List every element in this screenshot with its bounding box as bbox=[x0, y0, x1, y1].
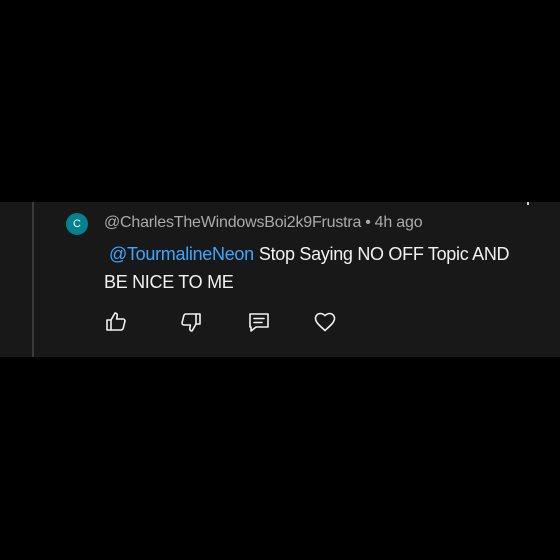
screen: C @CharlesTheWindowsBoi2k9Frustra • 4h ago… bbox=[0, 0, 560, 560]
panel-edge-mark bbox=[527, 202, 529, 205]
thumbs-up-icon bbox=[106, 312, 126, 331]
comment-reply: C @CharlesTheWindowsBoi2k9Frustra • 4h ago… bbox=[0, 202, 560, 357]
like-button[interactable] bbox=[104, 310, 128, 334]
reply-icon bbox=[249, 313, 269, 332]
comment-timestamp[interactable]: 4h ago bbox=[375, 214, 423, 231]
comment-header: @CharlesTheWindowsBoi2k9Frustra • 4h ago bbox=[104, 214, 423, 232]
thread-line bbox=[32, 202, 34, 357]
mention-link[interactable]: @TourmalineNeon bbox=[109, 244, 254, 264]
heart-button[interactable] bbox=[313, 310, 337, 334]
comment-text: @TourmalineNeon Stop Saying NO OFF Topic … bbox=[104, 240, 534, 296]
meta-separator: • bbox=[365, 214, 371, 231]
author-handle[interactable]: @CharlesTheWindowsBoi2k9Frustra bbox=[104, 214, 361, 231]
reply-button[interactable] bbox=[247, 310, 271, 334]
heart-icon bbox=[314, 312, 336, 332]
dislike-button[interactable] bbox=[179, 310, 203, 334]
thumbs-down-icon bbox=[181, 313, 201, 332]
avatar[interactable]: C bbox=[66, 213, 88, 235]
